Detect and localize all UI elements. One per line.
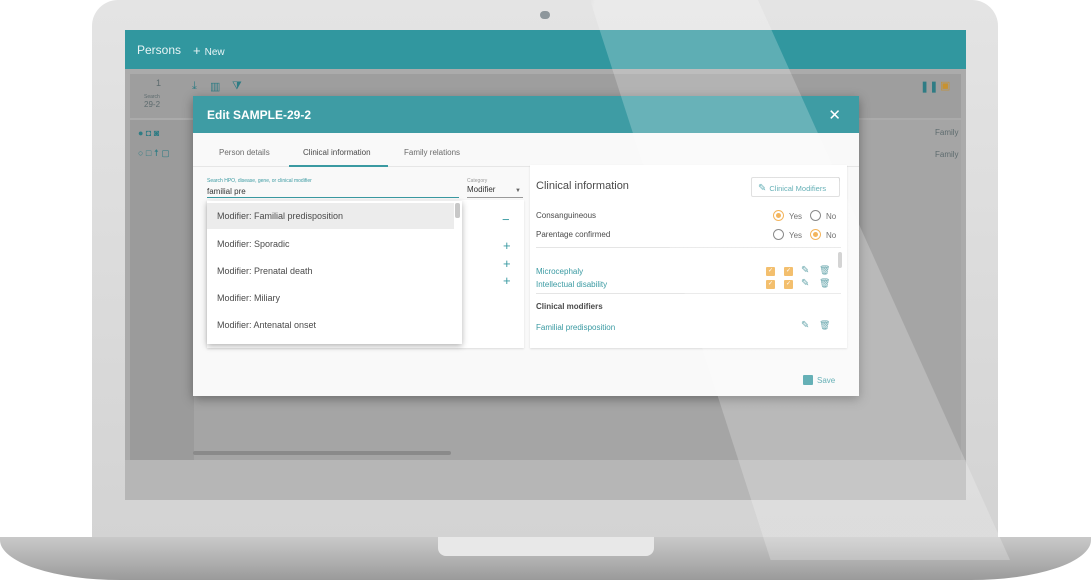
column-header-family: Family (935, 128, 959, 137)
clinical-modifiers-button[interactable]: ✎ Clinical Modifiers (751, 177, 840, 197)
camera-icon (540, 11, 550, 19)
parentage-yes-label: Yes (789, 231, 803, 240)
search-input[interactable] (207, 185, 459, 198)
parentage-no-label: No (826, 231, 837, 240)
close-icon[interactable]: ✕ (828, 106, 841, 124)
tab-person-details[interactable]: Person details (219, 148, 270, 157)
cell-family: Family (935, 150, 959, 159)
new-label: New (204, 47, 225, 58)
pause-icon[interactable]: ❚❚ (920, 80, 938, 93)
checkbox-icon[interactable]: ✓ (766, 267, 775, 276)
parentage-yes-radio[interactable] (773, 229, 784, 240)
caret-down-icon: ▼ (515, 188, 521, 194)
laptop-mockup: Persons + New 1 Search 29-2 ⤓ ▥ ⧩ ❚❚ ▣ Fa… (0, 0, 1091, 580)
consanguineous-no-radio[interactable] (810, 210, 821, 221)
search-suggestions: Modifier: Familial predisposition Modifi… (207, 201, 462, 344)
plus-icon[interactable]: + (503, 273, 511, 288)
parentage-no-radio[interactable] (810, 229, 821, 240)
terms-scrollbar[interactable] (838, 252, 842, 268)
suggestion-prenatal-death[interactable]: Modifier: Prenatal death (207, 258, 454, 284)
checkbox-icon[interactable]: ✓ (784, 267, 793, 276)
trash-icon[interactable]: 🗑 (819, 265, 830, 276)
term-intellectual-disability[interactable]: Intellectual disability (536, 280, 607, 289)
record-count: 1 (156, 78, 162, 88)
app-title: Persons (137, 43, 182, 57)
grid-row-icons: ● ◘ ◙ ○ □ ☨ ▢ (130, 120, 194, 460)
parentage-label: Parentage confirmed (536, 230, 611, 239)
suggestion-sporadic[interactable]: Modifier: Sporadic (207, 231, 454, 257)
category-select[interactable]: Modifier ▼ (467, 185, 523, 198)
active-tab-indicator (289, 165, 388, 167)
bg-search-value: 29-2 (144, 100, 161, 109)
divider (536, 247, 841, 248)
screen-bottom-bar (125, 460, 966, 500)
filter-icon[interactable]: ⧩ (232, 80, 242, 93)
app-bar: Persons + New (125, 30, 966, 69)
trash-icon[interactable]: 🗑 (819, 278, 830, 289)
plus-icon[interactable]: + (503, 256, 511, 271)
checkbox-icon[interactable]: ✓ (766, 280, 775, 289)
pencil-icon[interactable]: ✎ (801, 265, 809, 276)
modifier-familial-predisposition[interactable]: Familial predisposition (536, 323, 615, 332)
consanguineous-yes-radio[interactable] (773, 210, 784, 221)
trash-icon[interactable]: 🗑 (819, 320, 830, 331)
consanguineous-yes-label: Yes (789, 212, 803, 221)
category-label: Category (467, 178, 488, 184)
download-icon[interactable]: ⤓ (192, 80, 197, 93)
drop-icon: ● ◘ ◙ (138, 128, 160, 138)
plus-icon: + (193, 43, 201, 58)
dialog-header: Edit SAMPLE-29-2 ✕ (193, 96, 859, 133)
settings-icon[interactable]: ▣ (940, 79, 950, 92)
laptop-base-notch (438, 537, 654, 556)
suggestion-familial-predisposition[interactable]: Modifier: Familial predisposition (207, 203, 454, 229)
dialog-title: Edit SAMPLE-29-2 (207, 108, 312, 122)
plus-icon[interactable]: + (503, 238, 511, 253)
pencil-icon[interactable]: ✎ (801, 320, 809, 331)
save-label: Save (817, 376, 836, 385)
divider (536, 293, 841, 294)
suggestion-antenatal-onset[interactable]: Modifier: Antenatal onset (207, 312, 454, 338)
edit-person-dialog: Edit SAMPLE-29-2 ✕ Person details Clinic… (193, 96, 859, 396)
clinical-information-title: Clinical information (536, 180, 629, 192)
consanguineous-label: Consanguineous (536, 211, 597, 220)
floppy-disk-icon (803, 375, 813, 385)
dropdown-scrollbar[interactable] (455, 203, 460, 218)
suggestion-miliary[interactable]: Modifier: Miliary (207, 285, 454, 311)
clinical-modifiers-heading: Clinical modifiers (536, 302, 603, 311)
clinical-modifiers-label: Clinical Modifiers (769, 184, 827, 193)
term-microcephaly[interactable]: Microcephaly (536, 267, 583, 276)
category-value: Modifier (467, 185, 496, 194)
checkbox-icon[interactable]: ✓ (784, 280, 793, 289)
tab-clinical-information[interactable]: Clinical information (303, 148, 371, 157)
clinical-information-panel: Clinical information ✎ Clinical Modifiers… (530, 165, 847, 348)
save-button[interactable]: Save (803, 375, 835, 385)
search-label: Search HPO, disease, gene, or clinical m… (207, 178, 312, 184)
minus-icon[interactable]: − (502, 212, 510, 227)
consanguineous-no-label: No (826, 212, 837, 221)
tab-family-relations[interactable]: Family relations (404, 148, 460, 157)
columns-icon[interactable]: ▥ (210, 80, 220, 93)
pencil-icon: ✎ (758, 183, 767, 194)
new-button[interactable]: + New (193, 43, 225, 58)
horizontal-scrollbar[interactable] (193, 451, 451, 455)
row-actions-icon: ○ □ ☨ ▢ (138, 148, 170, 158)
pencil-icon[interactable]: ✎ (801, 278, 809, 289)
dialog-tabs: Person details Clinical information Fami… (193, 141, 859, 167)
